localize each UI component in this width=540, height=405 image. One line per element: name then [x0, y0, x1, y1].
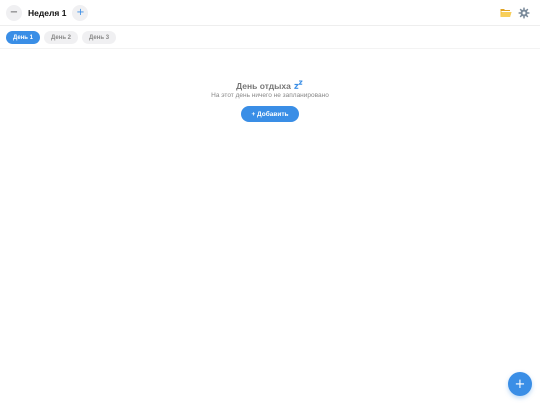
tab-day-2[interactable]: День 2 — [44, 31, 79, 44]
week-title: Неделя 1 — [28, 7, 67, 18]
add-button[interactable]: + Добавить — [241, 106, 299, 122]
app-root: − Неделя 1 + День 1 День 2 День 3 День о… — [0, 0, 540, 405]
sleep-zzz-icon — [294, 80, 304, 91]
gear-icon[interactable] — [518, 7, 530, 19]
week-header: − Неделя 1 + — [0, 0, 540, 26]
day-tabs: День 1 День 2 День 3 — [6, 31, 117, 44]
tab-day-3[interactable]: День 3 — [82, 31, 117, 44]
tabs-divider — [0, 48, 540, 49]
fab-add-button[interactable]: + — [508, 372, 532, 396]
next-week-button[interactable]: + — [72, 4, 89, 21]
empty-state: День отдыха На этот день ничего не запла… — [0, 80, 540, 122]
empty-state-subtitle: На этот день ничего не запланировано — [211, 92, 329, 99]
empty-state-title-text: День отдыха — [236, 80, 291, 91]
tab-day-1[interactable]: День 1 — [6, 31, 41, 44]
folder-open-icon[interactable] — [500, 7, 512, 19]
header-actions — [500, 7, 534, 19]
empty-state-title: День отдыха — [236, 80, 304, 91]
prev-week-button[interactable]: − — [6, 4, 22, 21]
